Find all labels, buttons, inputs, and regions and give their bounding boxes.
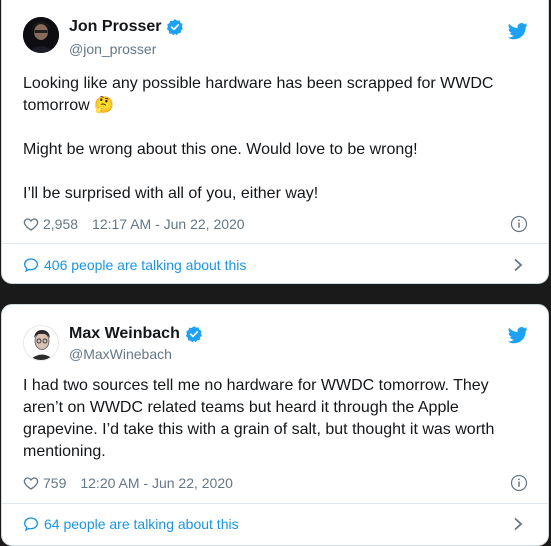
speech-bubble-icon — [23, 517, 39, 532]
timestamp[interactable]: 12:17 AM - Jun 22, 2020 — [92, 216, 245, 232]
timestamp[interactable]: 12:20 AM - Jun 22, 2020 — [80, 475, 233, 491]
chevron-right-icon[interactable] — [512, 517, 524, 531]
twitter-bird-icon[interactable] — [508, 21, 528, 41]
tweet-meta: 759 12:20 AM - Jun 22, 2020 — [23, 472, 528, 494]
tweet-paragraph: I had two sources tell me no hardware fo… — [23, 377, 495, 460]
chevron-right-icon[interactable] — [512, 258, 524, 272]
conversation-link[interactable]: 406 people are talking about this — [23, 254, 528, 276]
divider — [2, 503, 548, 504]
author-name[interactable]: Max Weinbach — [69, 325, 203, 343]
conversation-link[interactable]: 64 people are talking about this — [23, 513, 528, 535]
author-handle[interactable]: @MaxWinebach — [69, 346, 172, 362]
info-icon[interactable] — [510, 474, 528, 492]
tweet-paragraph: I’ll be surprised with all of you, eithe… — [23, 185, 319, 202]
avatar[interactable] — [23, 325, 59, 361]
author-name[interactable]: Jon Prosser — [69, 18, 184, 36]
like-count[interactable]: 2,958 — [43, 216, 78, 232]
tweet-paragraph: Looking like any possible hardware has b… — [23, 75, 494, 114]
twitter-bird-icon[interactable] — [508, 325, 528, 345]
tweet-meta: 2,958 12:17 AM - Jun 22, 2020 — [23, 213, 528, 235]
tweet-card-1: Jon Prosser @jon_prosser Looking like an… — [1, 0, 549, 284]
author-name-text[interactable]: Jon Prosser — [69, 18, 161, 36]
like-count[interactable]: 759 — [43, 475, 66, 491]
author-handle[interactable]: @jon_prosser — [69, 41, 156, 57]
tweet-text: Looking like any possible hardware has b… — [23, 73, 528, 205]
avatar[interactable] — [23, 17, 59, 53]
heart-icon[interactable] — [23, 475, 39, 491]
speech-bubble-icon — [23, 258, 39, 273]
conversation-count[interactable]: 406 people are talking about this — [44, 257, 246, 273]
tweet-text: I had two sources tell me no hardware fo… — [23, 375, 528, 463]
verified-badge-icon — [167, 19, 184, 36]
heart-icon[interactable] — [23, 216, 39, 232]
conversation-count[interactable]: 64 people are talking about this — [44, 516, 239, 532]
author-name-text[interactable]: Max Weinbach — [69, 325, 180, 343]
tweet-paragraph: Might be wrong about this one. Would lov… — [23, 141, 418, 158]
tweet-card-2: Max Weinbach @MaxWinebach I had two sour… — [1, 304, 549, 546]
divider — [2, 243, 548, 244]
info-icon[interactable] — [510, 215, 528, 233]
verified-badge-icon — [185, 326, 202, 343]
